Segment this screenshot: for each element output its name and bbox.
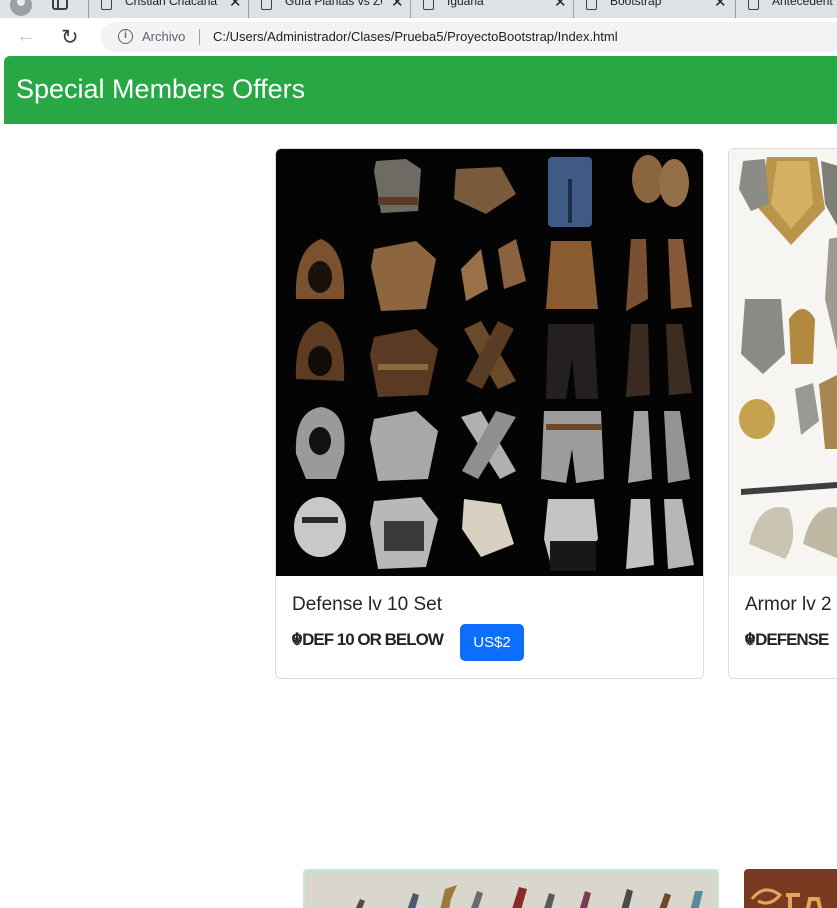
document-icon xyxy=(423,0,434,10)
document-icon xyxy=(586,0,597,10)
close-icon[interactable]: ✕ xyxy=(391,0,404,11)
page-title: Special Members Offers xyxy=(16,74,306,104)
offer-title: Armor lv 2 xyxy=(745,594,832,615)
offer-card: Armor lv 2 ☬DEFENSE xyxy=(728,148,837,679)
close-icon[interactable]: ✕ xyxy=(714,0,727,11)
armor-pieces-image xyxy=(729,149,837,576)
offer-requirement: ☬DEFENSE xyxy=(744,630,829,649)
offer-title: Defense lv 10 Set xyxy=(292,594,442,615)
site-info-label[interactable]: Archivo xyxy=(142,29,185,44)
buy-price-button[interactable]: US$2 xyxy=(460,624,524,661)
browser-tab[interactable]: Bootstrap ✕ xyxy=(573,0,735,18)
armor-set-image xyxy=(276,149,703,576)
offer-card xyxy=(303,869,719,908)
close-icon[interactable]: ✕ xyxy=(554,0,567,11)
back-arrow-icon[interactable]: ← xyxy=(16,25,36,48)
address-divider xyxy=(199,29,200,45)
weapons-image xyxy=(305,871,717,908)
address-bar[interactable]: i Archivo C:/Users/Administrador/Clases/… xyxy=(101,22,837,52)
document-icon xyxy=(748,0,759,10)
browser-tab[interactable]: Guía Plantas vs Zo ✕ xyxy=(248,0,410,18)
document-icon xyxy=(101,0,112,10)
tab-title: Iguana xyxy=(447,0,484,8)
browser-tab[interactable]: Cristian Chacana ✕ xyxy=(88,0,248,18)
offer-card xyxy=(744,869,837,908)
tab-title: Bootstrap xyxy=(610,0,662,8)
tab-title: Antecedent xyxy=(772,0,833,8)
hero-banner: Special Members Offers xyxy=(4,56,837,124)
reload-icon[interactable]: ↻ xyxy=(61,25,79,50)
fantasy-banner-image xyxy=(744,869,837,908)
page-content: Special Members Offers Defense lv 10 Set… xyxy=(4,56,837,908)
browser-toolbar: ← ↻ i Archivo C:/Users/Administrador/Cla… xyxy=(0,18,837,56)
tab-title: Guía Plantas vs Zo xyxy=(285,0,382,8)
profile-avatar-icon[interactable] xyxy=(10,0,32,16)
browser-tab[interactable]: Antecedent xyxy=(735,0,837,18)
url-text[interactable]: C:/Users/Administrador/Clases/Prueba5/Pr… xyxy=(213,29,618,44)
info-icon[interactable]: i xyxy=(118,29,133,44)
tab-title: Cristian Chacana xyxy=(125,0,218,8)
close-icon[interactable]: ✕ xyxy=(229,0,242,11)
offer-card: Defense lv 10 Set ☬DEF 10 OR BELOW US$2 xyxy=(275,148,704,679)
tab-sidebar-icon[interactable] xyxy=(52,0,68,10)
document-icon xyxy=(261,0,272,10)
browser-tab[interactable]: Iguana ✕ xyxy=(410,0,573,18)
tab-strip: Cristian Chacana ✕ Guía Plantas vs Zo ✕ … xyxy=(0,0,837,18)
offer-requirement: ☬DEF 10 OR BELOW xyxy=(291,630,444,649)
